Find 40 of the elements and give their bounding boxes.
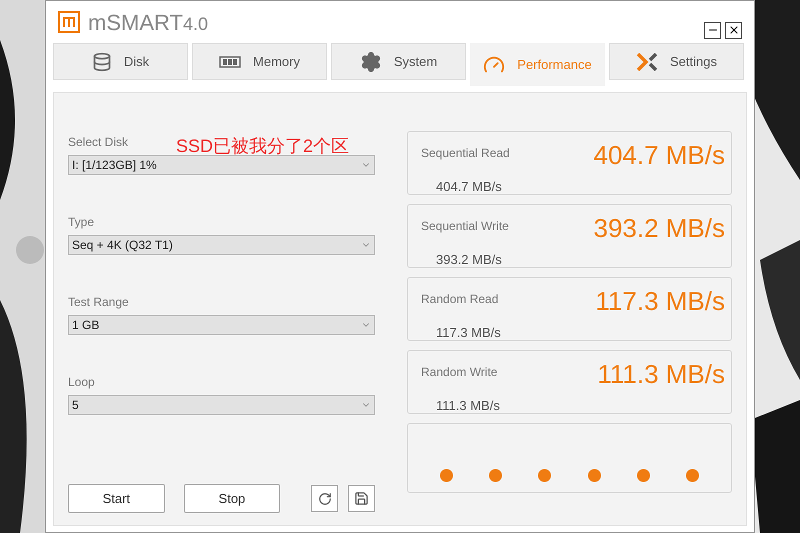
tab[interactable]: Memory	[192, 43, 327, 80]
result-value: 117.3 MB/s	[595, 285, 725, 318]
tab[interactable]: Settings	[609, 43, 744, 80]
result-label: Sequential Read	[421, 145, 510, 162]
refresh-button[interactable]	[311, 485, 338, 512]
field-label: Type	[68, 214, 94, 231]
result-label: Sequential Write	[421, 218, 509, 235]
field-label: Test Range	[68, 294, 129, 311]
action-button[interactable]: Start	[68, 484, 165, 513]
dropdown[interactable]: 1 GB	[68, 315, 375, 335]
window-title: mSMART4.0	[88, 8, 208, 36]
field-label: Select Disk	[68, 134, 128, 151]
close-icon	[728, 24, 740, 36]
result-value: 404.7 MB/s	[593, 139, 725, 172]
dropdown[interactable]: Seq + 4K (Q32 T1)	[68, 235, 375, 255]
gear-icon	[360, 50, 382, 72]
result-subvalue: 111.3 MB/s	[436, 397, 500, 415]
save-icon	[354, 491, 370, 506]
tab[interactable]: Disk	[53, 43, 188, 80]
result-label: Random Read	[421, 291, 498, 308]
result-subvalue: 404.7 MB/s	[436, 178, 502, 196]
result-value: 393.2 MB/s	[593, 212, 725, 245]
memory-chip-icon	[219, 56, 242, 68]
logo-icon	[58, 11, 80, 33]
dropdown[interactable]: 5	[68, 395, 375, 415]
dropdown[interactable]: I: [1/123GB] 1%	[68, 155, 375, 175]
field-label: Loop	[68, 374, 95, 391]
tab[interactable]: System	[331, 43, 466, 80]
save-button[interactable]	[348, 485, 375, 512]
cross-icon	[636, 52, 658, 70]
close-button[interactable]	[725, 22, 742, 38]
action-button[interactable]: Stop	[184, 484, 280, 513]
result-value: 111.3 MB/s	[597, 358, 725, 391]
minimize-button[interactable]	[704, 22, 721, 38]
database-icon	[92, 52, 112, 72]
result-label: Random Write	[421, 364, 498, 381]
refresh-icon	[318, 492, 332, 506]
result-subvalue: 393.2 MB/s	[436, 251, 502, 269]
annotation-text: SSD已被我分了2个区	[176, 137, 350, 155]
result-subvalue: 117.3 MB/s	[436, 324, 501, 342]
